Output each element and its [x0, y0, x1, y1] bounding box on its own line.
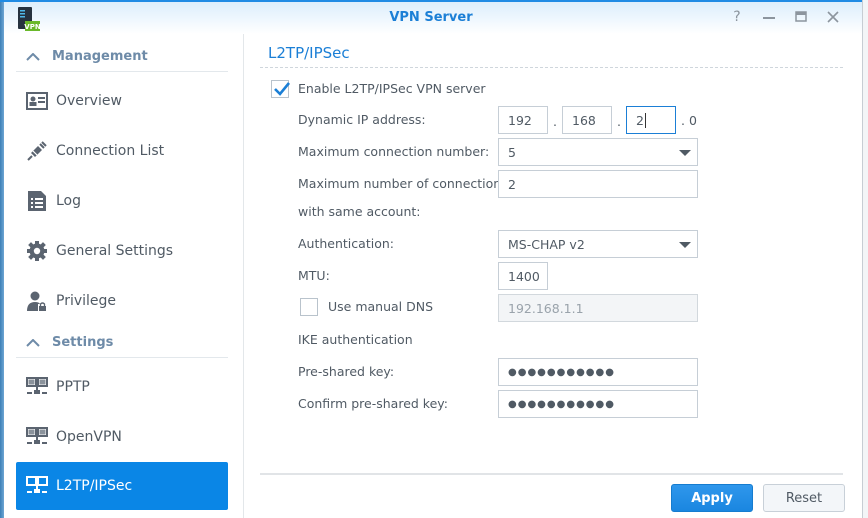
chevron-up-icon [26, 338, 40, 347]
ike-authentication-heading: IKE authentication [298, 332, 413, 347]
ip-octet-3-input[interactable]: 2 [626, 106, 676, 134]
window-border [0, 2, 4, 518]
psk-confirm-input[interactable]: ●●●●●●●●●●● [498, 390, 698, 418]
mtu-label: MTU: [298, 268, 330, 283]
ip-separator: . [617, 114, 621, 129]
dropdown-arrow-icon [679, 150, 691, 156]
sidebar-item-openvpn[interactable]: OpenVPN [16, 413, 228, 461]
section-title: L2TP/IPSec [268, 44, 350, 62]
ip-separator: . [681, 113, 685, 128]
background-window-edge [862, 0, 868, 518]
ip-octet-2-value: 168 [572, 112, 596, 128]
sidebar-item-privilege[interactable]: Privilege [16, 277, 228, 325]
ip-octet-1-input[interactable]: 192 [498, 106, 548, 134]
network-icon [26, 475, 48, 497]
manual-dns-label: Use manual DNS [328, 299, 434, 314]
log-icon [26, 190, 48, 212]
user-lock-icon [26, 290, 48, 312]
ip-separator-last: . 0 [681, 113, 697, 128]
sidebar-item-label: L2TP/IPSec [56, 478, 133, 494]
section-header-label: Management [52, 49, 148, 64]
max-same-account-value: 2 [508, 176, 516, 192]
dropdown-arrow-icon [679, 242, 691, 248]
network-icon [26, 376, 48, 398]
dynamic-ip-label: Dynamic IP address: [298, 112, 426, 127]
sidebar-item-label: Privilege [56, 293, 117, 309]
gear-icon [26, 240, 48, 262]
close-icon [827, 11, 839, 23]
divider [260, 67, 843, 68]
enable-l2tp-label: Enable L2TP/IPSec VPN server [298, 81, 486, 96]
sidebar-item-label: PPTP [56, 379, 90, 395]
manual-dns-input[interactable]: 192.168.1.1 [498, 294, 698, 322]
enable-l2tp-checkbox[interactable] [271, 80, 291, 98]
ip-octet-4-value: 0 [688, 113, 697, 128]
sidebar-item-l2tp-ipsec[interactable]: L2TP/IPSec [16, 462, 228, 510]
ip-octet-3-value: 2 [636, 112, 644, 128]
section-header-settings[interactable]: Settings [16, 328, 228, 358]
title-bar[interactable]: VPN VPN Server ? [0, 2, 862, 34]
max-same-account-label-line1: Maximum number of connections [298, 176, 508, 191]
footer-divider [260, 473, 843, 475]
mtu-value: 1400 [508, 268, 540, 284]
maximize-button[interactable] [792, 8, 810, 26]
authentication-select[interactable]: MS-CHAP v2 [498, 230, 698, 258]
authentication-label: Authentication: [298, 236, 394, 251]
max-connections-label: Maximum connection number: [298, 144, 490, 159]
sidebar-item-label: Log [56, 193, 82, 209]
sidebar-item-label: Overview [56, 93, 122, 109]
max-same-account-input[interactable]: 2 [498, 170, 698, 198]
plug-icon [26, 140, 48, 162]
maximize-icon [795, 11, 807, 22]
ip-octet-1-value: 192 [508, 112, 532, 128]
ip-octet-2-input[interactable]: 168 [562, 106, 612, 134]
max-connections-value: 5 [508, 144, 516, 160]
minimize-button[interactable] [760, 8, 778, 26]
close-button[interactable] [824, 8, 842, 26]
sidebar-item-overview[interactable]: Overview [16, 77, 228, 125]
section-header-management[interactable]: Management [16, 42, 228, 72]
apply-button[interactable]: Apply [671, 484, 753, 512]
sidebar-item-label: Connection List [56, 143, 165, 159]
psk-value: ●●●●●●●●●●● [508, 366, 615, 378]
text-cursor [644, 112, 646, 128]
sidebar-item-general-settings[interactable]: General Settings [16, 227, 228, 275]
sidebar-item-label: General Settings [56, 243, 174, 259]
sidebar-item-connection-list[interactable]: Connection List [16, 127, 228, 175]
main-content: L2TP/IPSec Enable L2TP/IPSec VPN server … [245, 34, 862, 518]
help-button[interactable]: ? [728, 8, 746, 26]
reset-button[interactable]: Reset [763, 484, 845, 512]
checkmark-icon [274, 82, 291, 96]
sidebar-item-log[interactable]: Log [16, 177, 228, 225]
ip-separator: . [553, 114, 557, 129]
authentication-value: MS-CHAP v2 [508, 236, 585, 252]
psk-confirm-value: ●●●●●●●●●●● [508, 398, 615, 410]
max-same-account-label-line2: with same account: [298, 204, 421, 219]
mtu-input[interactable]: 1400 [498, 262, 548, 290]
chevron-up-icon [26, 52, 40, 61]
help-icon: ? [733, 9, 741, 25]
sidebar: Management Overview Connection List Log [4, 34, 244, 518]
overview-icon [26, 90, 48, 112]
manual-dns-checkbox[interactable] [300, 298, 318, 316]
sidebar-item-pptp[interactable]: PPTP [16, 363, 228, 411]
section-header-label: Settings [52, 335, 114, 350]
network-icon [26, 426, 48, 448]
sidebar-item-label: OpenVPN [56, 429, 122, 445]
psk-confirm-label: Confirm pre-shared key: [298, 396, 448, 411]
minimize-icon [763, 17, 775, 19]
manual-dns-value: 192.168.1.1 [508, 300, 584, 316]
vpn-server-window: VPN VPN Server ? Management Overview Con… [0, 0, 862, 518]
psk-input[interactable]: ●●●●●●●●●●● [498, 358, 698, 386]
max-connections-select[interactable]: 5 [498, 138, 698, 166]
psk-label: Pre-shared key: [298, 364, 395, 379]
